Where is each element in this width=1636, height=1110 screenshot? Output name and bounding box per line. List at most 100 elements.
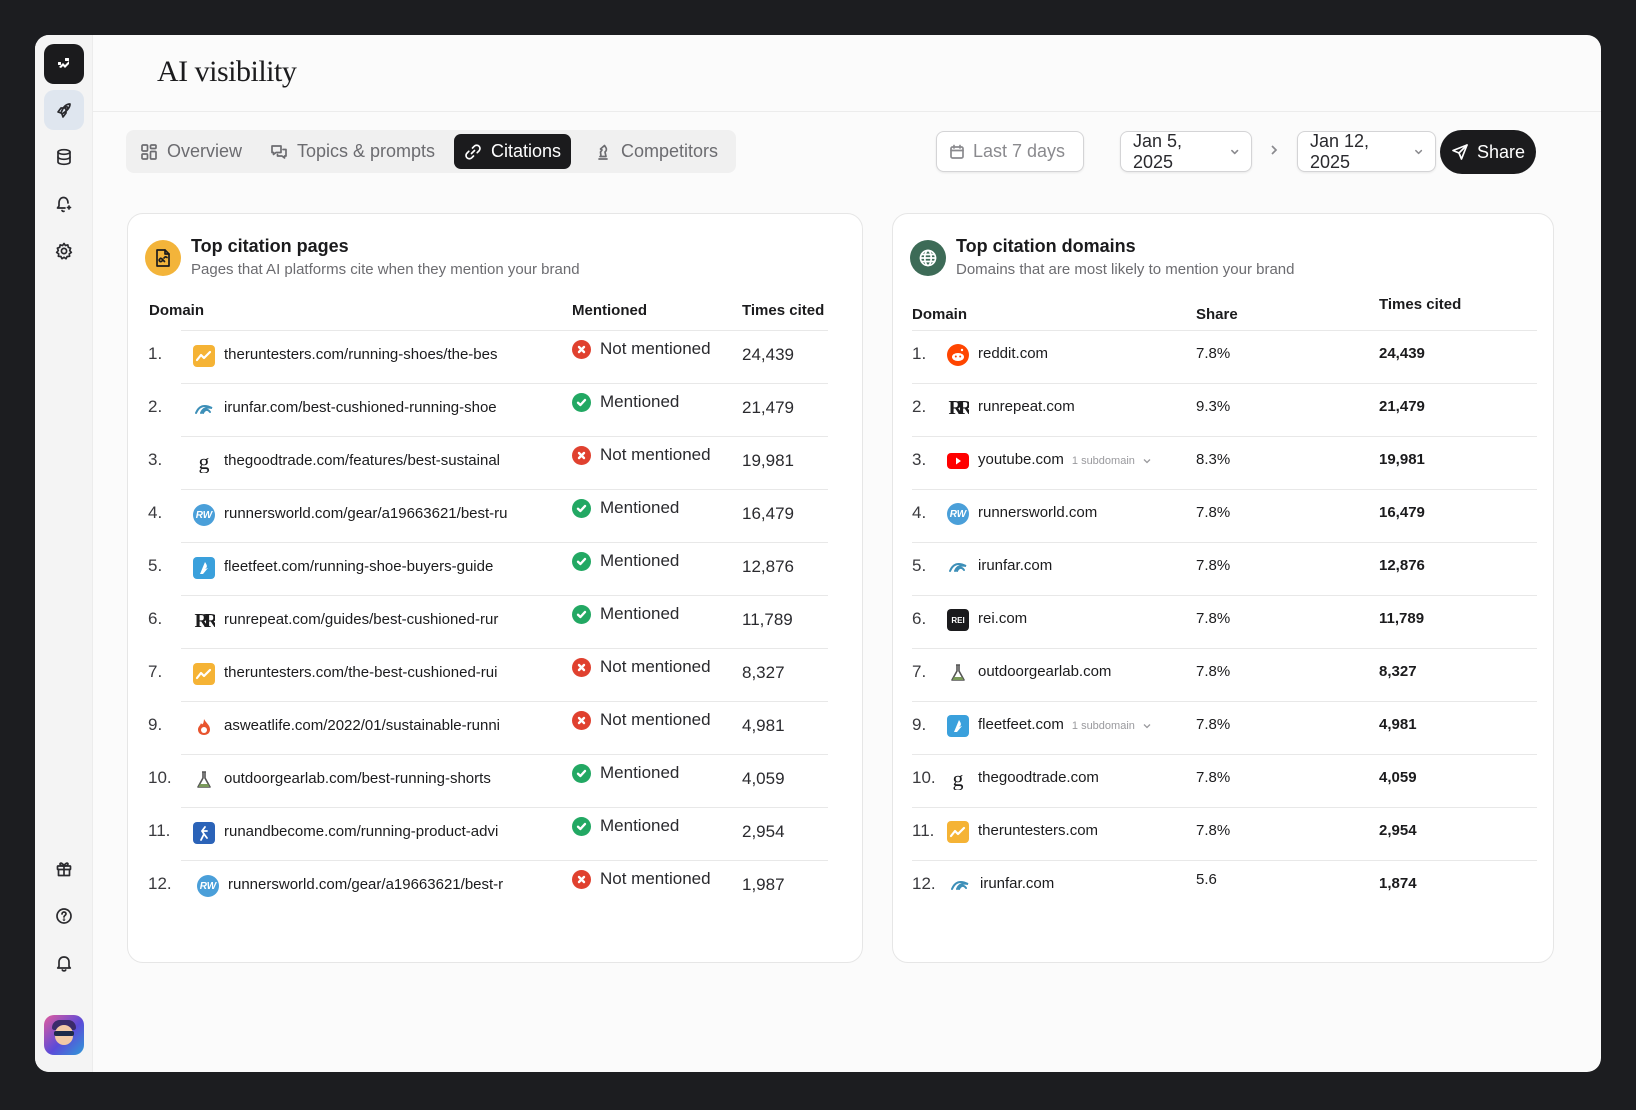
mention-status-label: Mentioned — [600, 551, 680, 570]
domain-link[interactable]: rei.com — [978, 610, 1188, 627]
share-label: Share — [1476, 141, 1526, 162]
x-circle-icon — [572, 657, 591, 677]
page-url-link[interactable]: outdoorgearlab.com/best-running-shorts — [224, 770, 514, 787]
table-row[interactable]: 7. theruntesters.com/the-best-cushioned-r… — [128, 647, 862, 702]
database-icon[interactable] — [44, 137, 84, 177]
gear-icon[interactable] — [44, 231, 84, 271]
domain-link[interactable]: runnersworld.com — [978, 504, 1188, 521]
domain-link[interactable]: outdoorgearlab.com — [978, 663, 1188, 680]
page-url-link[interactable]: runnersworld.com/gear/a19663621/best-ru — [224, 505, 514, 522]
subdomain-toggle[interactable]: 1 subdomain — [1072, 455, 1152, 467]
check-circle-icon — [572, 604, 591, 624]
table-row[interactable]: 11. runandbecome.com/running-product-advi… — [128, 806, 862, 861]
row-rank: 4. — [912, 503, 927, 522]
table-row[interactable]: 3. g thegoodtrade.com/features/best-sustai… — [128, 435, 862, 490]
tab-overview[interactable]: Overview — [130, 134, 252, 169]
table-row[interactable]: 12. irunfar.com 5.6 1,874 — [893, 859, 1553, 914]
tab-topics-prompts[interactable]: Topics & prompts — [260, 134, 445, 169]
column-header-times-cited[interactable]: Times cited — [1379, 296, 1461, 313]
domain-link[interactable]: reddit.com — [978, 345, 1188, 362]
bell-icon[interactable] — [44, 943, 84, 983]
asweatlife-favicon-icon — [193, 716, 215, 738]
table-row[interactable]: 9. fleetfeet.com 1 subdomain 7.8% 4,981 — [893, 700, 1553, 755]
page-url-link[interactable]: theruntesters.com/the-best-cushioned-rui — [224, 664, 514, 681]
rocket-icon[interactable] — [44, 90, 84, 130]
page-url-link[interactable]: irunfar.com/best-cushioned-running-shoe — [224, 399, 514, 416]
table-row[interactable]: 2. irunfar.com/best-cushioned-running-sho… — [128, 382, 862, 437]
end-date-select[interactable]: Jan 12, 2025 — [1297, 131, 1436, 172]
domain-link[interactable]: irunfar.com — [978, 557, 1188, 574]
table-row[interactable]: 5. irunfar.com 7.8% 12,876 — [893, 541, 1553, 596]
mention-status-label: Mentioned — [600, 498, 680, 517]
domain-link[interactable]: fleetfeet.com 1 subdomain — [978, 716, 1188, 733]
share-value: 5.6 — [1196, 871, 1217, 888]
share-value: 7.8% — [1196, 557, 1231, 574]
table-row[interactable]: 6. RR runrepeat.com/guides/best-cushioned-… — [128, 594, 862, 649]
help-icon[interactable] — [44, 896, 84, 936]
domain-name: fleetfeet.com — [978, 716, 1064, 733]
domain-link[interactable]: irunfar.com — [980, 875, 1190, 892]
table-row[interactable]: 10. outdoorgearlab.com/best-running-short… — [128, 753, 862, 808]
share-button[interactable]: Share — [1440, 130, 1536, 174]
domain-link[interactable]: thegoodtrade.com — [978, 769, 1188, 786]
page-url-link[interactable]: fleetfeet.com/running-shoe-buyers-guide — [224, 558, 514, 575]
page-url-link[interactable]: runnersworld.com/gear/a19663621/best-r — [228, 876, 514, 893]
tab-label: Competitors — [621, 141, 719, 161]
page-url-link[interactable]: thegoodtrade.com/features/best-sustainal — [224, 452, 514, 469]
times-cited-value: 1,987 — [742, 875, 785, 894]
page-url-link[interactable]: runandbecome.com/running-product-advi — [224, 823, 514, 840]
gift-icon[interactable] — [44, 849, 84, 889]
domain-link[interactable]: theruntesters.com — [978, 822, 1188, 839]
table-row[interactable]: 1. theruntesters.com/running-shoes/the-be… — [128, 329, 862, 384]
tab-citations[interactable]: Citations — [454, 134, 572, 169]
page-url-link[interactable]: runrepeat.com/guides/best-cushioned-rur — [224, 611, 514, 628]
table-row[interactable]: 9. asweatlife.com/2022/01/sustainable-run… — [128, 700, 862, 755]
x-circle-icon — [572, 710, 591, 730]
table-row[interactable]: 2. RR runrepeat.com 9.3% 21,479 — [893, 382, 1553, 437]
table-row[interactable]: 11. theruntesters.com 7.8% 2,954 — [893, 806, 1553, 861]
app-window: AI visibility Overview Topics & prompts … — [35, 35, 1601, 1072]
table-row[interactable]: 4. RW runnersworld.com/gear/a19663621/best… — [128, 488, 862, 543]
domain-link[interactable]: runrepeat.com — [978, 398, 1188, 415]
runrepeat-favicon-icon: RR — [194, 610, 215, 632]
fleetfeet-favicon-icon — [947, 715, 969, 737]
irunfar-favicon-icon — [193, 398, 215, 420]
row-rank: 11. — [912, 821, 935, 840]
table-row[interactable]: 10. g thegoodtrade.com 7.8% 4,059 — [893, 753, 1553, 808]
table-row[interactable]: 3. youtube.com 1 subdomain 8.3% 19,981 — [893, 435, 1553, 490]
times-cited-value: 16,479 — [1379, 504, 1425, 521]
times-cited-value: 4,981 — [742, 716, 785, 735]
calendar-icon — [950, 144, 964, 159]
chat-icon — [271, 144, 287, 159]
tab-competitors[interactable]: Competitors — [584, 134, 728, 169]
column-header-times-cited[interactable]: Times cited — [742, 302, 824, 319]
domain-link[interactable]: youtube.com 1 subdomain — [978, 451, 1188, 468]
page-url-link[interactable]: asweatlife.com/2022/01/sustainable-runni — [224, 717, 514, 734]
times-cited-value: 19,981 — [742, 451, 794, 470]
column-header-share[interactable]: Share — [1196, 306, 1238, 323]
column-header-mentioned[interactable]: Mentioned — [572, 302, 647, 319]
column-header-domain[interactable]: Domain — [912, 306, 967, 323]
page-url-link[interactable]: theruntesters.com/running-shoes/the-bes — [224, 346, 514, 363]
table-row[interactable]: 4. RW runnersworld.com 7.8% 16,479 — [893, 488, 1553, 543]
column-header-domain[interactable]: Domain — [149, 302, 204, 319]
start-date-select[interactable]: Jan 5, 2025 — [1120, 131, 1252, 172]
table-row[interactable]: 5. fleetfeet.com/running-shoe-buyers-guid… — [128, 541, 862, 596]
date-range-button[interactable]: Last 7 days — [936, 131, 1084, 172]
theruntesters-favicon-icon — [193, 345, 215, 367]
row-rank: 3. — [912, 450, 927, 469]
table-row[interactable]: 6. REI rei.com 7.8% 11,789 — [893, 594, 1553, 649]
subdomain-count: 1 subdomain — [1071, 720, 1135, 732]
row-rank: 6. — [148, 609, 163, 628]
times-cited-value: 4,059 — [1379, 769, 1417, 786]
logo-icon[interactable] — [44, 44, 84, 84]
chat-bell-icon[interactable] — [44, 184, 84, 224]
times-cited-value: 4,059 — [742, 769, 785, 788]
subdomain-toggle[interactable]: 1 subdomain — [1072, 720, 1152, 732]
row-rank: 4. — [148, 503, 163, 522]
table-row[interactable]: 1. reddit.com 7.8% 24,439 — [893, 329, 1553, 384]
table-row[interactable]: 12. RW runnersworld.com/gear/a19663621/bes… — [128, 859, 862, 914]
avatar[interactable] — [44, 1015, 84, 1055]
table-row[interactable]: 7. outdoorgearlab.com 7.8% 8,327 — [893, 647, 1553, 702]
row-rank: 5. — [148, 556, 163, 575]
